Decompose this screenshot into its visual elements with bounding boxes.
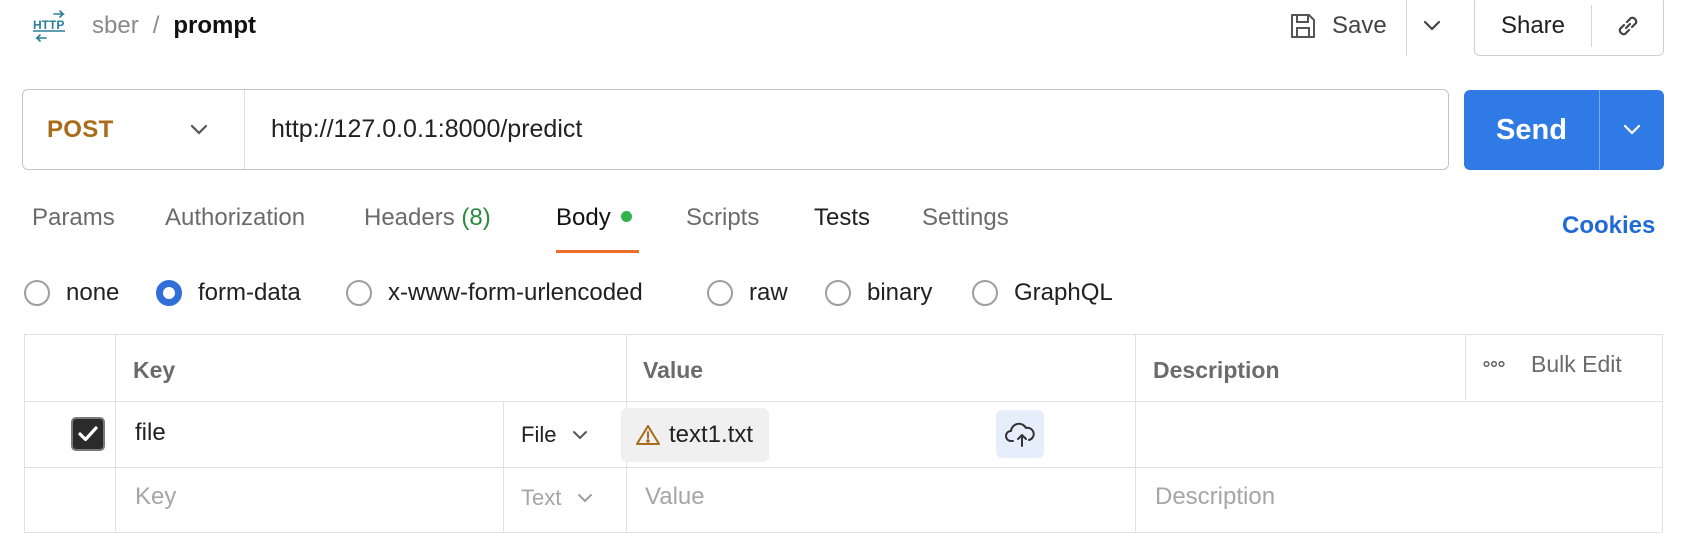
tab-settings[interactable]: Settings bbox=[922, 204, 1009, 232]
save-label: Save bbox=[1332, 12, 1387, 39]
header-divider bbox=[1406, 0, 1407, 56]
send-button[interactable]: Send bbox=[1464, 90, 1599, 170]
table-column-divider bbox=[115, 335, 116, 532]
radio-none-label: none bbox=[66, 279, 120, 306]
headers-count: (8) bbox=[461, 204, 491, 231]
bulk-edit-button[interactable]: Bulk Edit bbox=[1483, 342, 1622, 386]
more-options-icon bbox=[1483, 360, 1505, 368]
bulk-edit-label: Bulk Edit bbox=[1531, 350, 1622, 377]
tab-headers[interactable]: Headers (8) bbox=[364, 204, 491, 232]
new-type-select[interactable]: Text bbox=[521, 485, 593, 511]
request-name[interactable]: prompt bbox=[173, 12, 256, 40]
checkmark-icon bbox=[77, 425, 99, 443]
active-tab-underline bbox=[556, 250, 639, 253]
row-description-input[interactable] bbox=[1153, 419, 1643, 447]
radio-raw-label: raw bbox=[749, 279, 788, 306]
chevron-down-icon bbox=[577, 493, 593, 503]
radio-urlencoded[interactable]: x-www-form-urlencoded bbox=[346, 279, 643, 307]
radio-graphql-label: GraphQL bbox=[1014, 279, 1113, 306]
share-button[interactable]: Share bbox=[1475, 0, 1591, 55]
radio-form-data-label: form-data bbox=[198, 279, 301, 306]
radio-graphql-circle bbox=[972, 280, 998, 306]
file-chip[interactable]: text1.txt bbox=[621, 408, 770, 462]
row-type-label: File bbox=[521, 422, 557, 447]
save-options-button[interactable] bbox=[1412, 10, 1452, 42]
breadcrumb-workspace[interactable]: sber bbox=[92, 12, 139, 40]
table-column-divider bbox=[503, 401, 504, 532]
chevron-down-icon bbox=[1423, 20, 1441, 32]
breadcrumb: sber / prompt bbox=[92, 8, 256, 44]
chevron-down-icon bbox=[190, 124, 208, 136]
tab-body-label: Body bbox=[556, 204, 611, 231]
cookies-link[interactable]: Cookies bbox=[1562, 212, 1655, 240]
form-data-table: Key Value Description Bulk Edit File t bbox=[24, 334, 1663, 533]
breadcrumb-separator: / bbox=[152, 12, 160, 39]
row-enabled-checkbox[interactable] bbox=[71, 417, 105, 451]
link-icon bbox=[1614, 12, 1642, 40]
column-header-key: Key bbox=[133, 357, 176, 383]
tab-params[interactable]: Params bbox=[32, 204, 115, 232]
share-group: Share bbox=[1474, 0, 1664, 56]
body-indicator-dot bbox=[620, 211, 632, 223]
chevron-down-icon bbox=[1623, 124, 1641, 136]
column-header-description: Description bbox=[1153, 357, 1280, 383]
save-icon bbox=[1288, 11, 1318, 41]
row-type-select[interactable]: File bbox=[521, 422, 588, 448]
radio-form-data-circle bbox=[156, 280, 182, 306]
radio-form-data[interactable]: form-data bbox=[156, 279, 301, 307]
new-key-input[interactable] bbox=[135, 483, 485, 511]
radio-none-circle bbox=[24, 280, 50, 306]
tab-tests[interactable]: Tests bbox=[814, 204, 870, 232]
radio-binary-circle bbox=[825, 280, 851, 306]
column-header-value: Value bbox=[643, 357, 704, 383]
url-input[interactable] bbox=[245, 89, 1448, 170]
radio-graphql[interactable]: GraphQL bbox=[972, 279, 1113, 307]
upload-file-button[interactable] bbox=[996, 410, 1044, 458]
method-select[interactable]: POST bbox=[23, 90, 245, 169]
file-name: text1.txt bbox=[669, 421, 754, 448]
radio-raw-circle bbox=[707, 280, 733, 306]
tab-headers-label: Headers bbox=[364, 204, 455, 231]
new-value-input[interactable] bbox=[645, 483, 1115, 511]
send-group: Send bbox=[1464, 90, 1664, 170]
method-label: POST bbox=[47, 115, 114, 143]
new-type-label: Text bbox=[521, 485, 562, 510]
chevron-down-icon bbox=[572, 430, 588, 440]
tab-scripts[interactable]: Scripts bbox=[686, 204, 759, 232]
http-icon: HTTP bbox=[32, 8, 68, 44]
send-options-button[interactable] bbox=[1600, 90, 1664, 170]
cloud-upload-icon bbox=[1004, 419, 1036, 449]
table-row-divider bbox=[25, 467, 1662, 468]
save-button[interactable]: Save bbox=[1288, 4, 1387, 48]
table-column-divider bbox=[1465, 335, 1466, 400]
table-column-divider bbox=[1135, 335, 1136, 532]
table-row-divider bbox=[25, 401, 1662, 402]
radio-none[interactable]: none bbox=[24, 279, 119, 307]
url-bar: POST bbox=[22, 89, 1449, 170]
copy-link-button[interactable] bbox=[1592, 0, 1663, 55]
warning-icon bbox=[635, 423, 661, 447]
radio-raw[interactable]: raw bbox=[707, 279, 788, 307]
radio-binary-label: binary bbox=[867, 279, 933, 306]
new-description-input[interactable] bbox=[1155, 483, 1645, 511]
radio-binary[interactable]: binary bbox=[825, 279, 932, 307]
radio-urlencoded-circle bbox=[346, 280, 372, 306]
tab-body[interactable]: Body bbox=[556, 204, 632, 232]
svg-text:HTTP: HTTP bbox=[33, 18, 64, 32]
row-key-input[interactable] bbox=[135, 419, 485, 447]
radio-urlencoded-label: x-www-form-urlencoded bbox=[388, 279, 643, 306]
tab-authorization[interactable]: Authorization bbox=[165, 204, 305, 232]
